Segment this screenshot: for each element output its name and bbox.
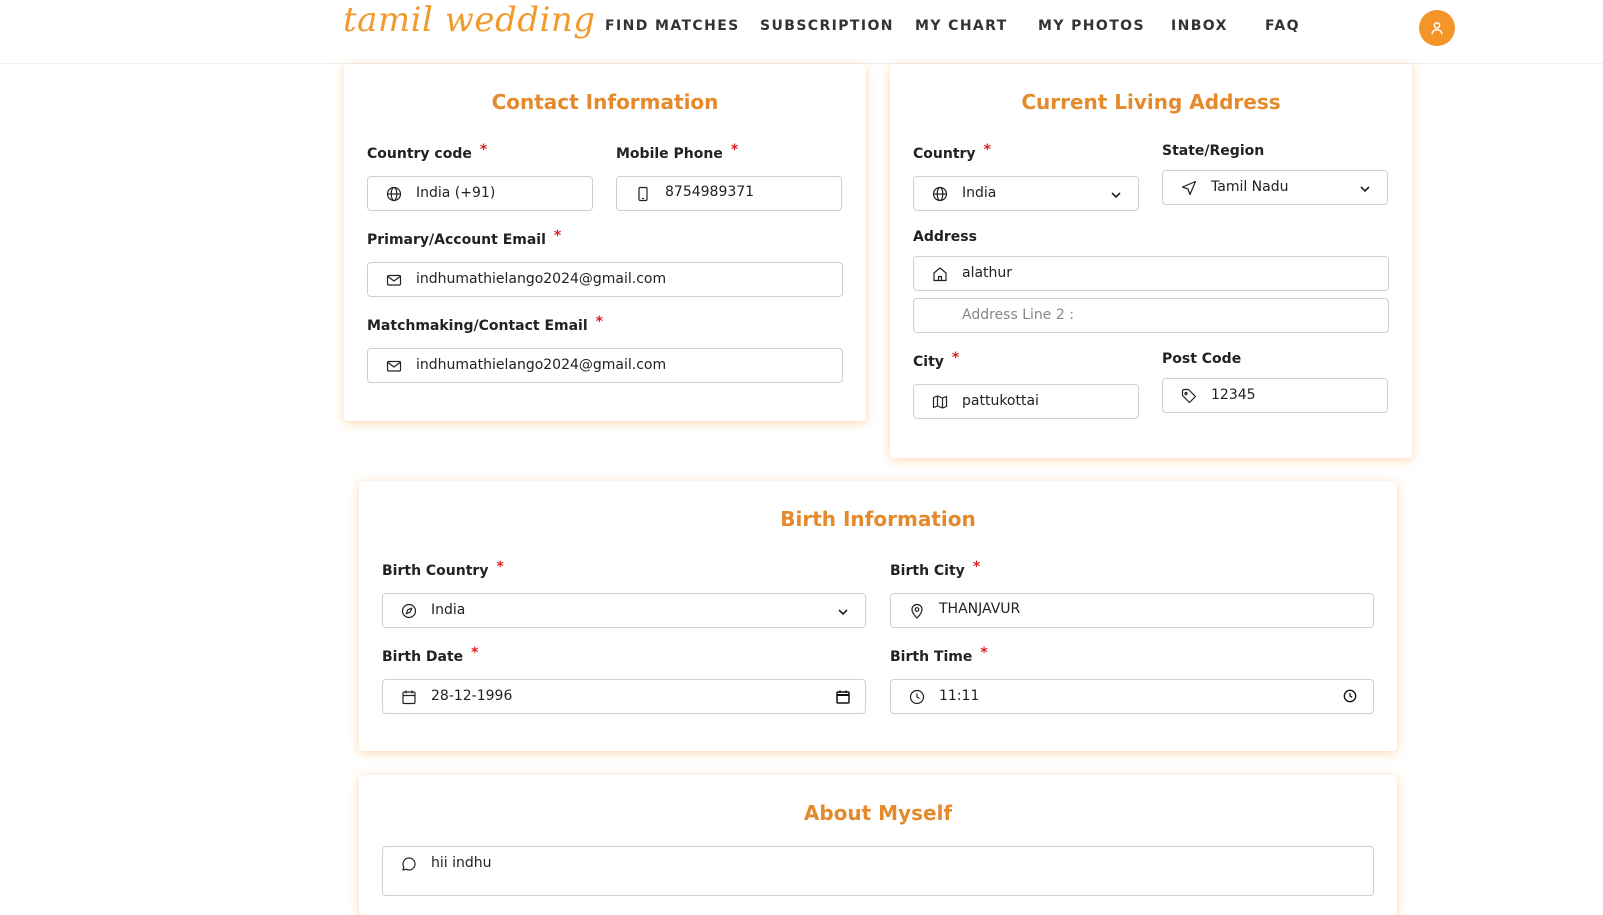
primary-email-value: indhumathielango2024@gmail.com: [416, 271, 667, 287]
birth-country-select[interactable]: India: [382, 593, 866, 628]
country-value: India: [962, 185, 997, 201]
nav-my-photos[interactable]: MY PHOTOS: [1038, 18, 1145, 34]
about-myself-value: hii indhu: [431, 855, 492, 871]
contact-email-label: Matchmaking/Contact Email *: [367, 314, 603, 334]
country-select[interactable]: India: [913, 176, 1139, 211]
chevron-down-icon: [1357, 180, 1373, 196]
tag-icon: [1181, 388, 1197, 404]
country-code-label: Country code *: [367, 142, 488, 162]
navigation-arrow-icon: [1181, 180, 1197, 196]
required-marker: *: [730, 142, 739, 158]
chevron-down-icon: [1108, 186, 1124, 202]
about-myself-card: About Myself hii indhu: [359, 775, 1397, 915]
required-marker: *: [595, 314, 603, 330]
required-marker: *: [980, 645, 988, 661]
birth-time-value: 11:11: [939, 688, 980, 704]
nav-find-matches[interactable]: FIND MATCHES: [605, 18, 740, 34]
birth-date-input[interactable]: 28-12-1996: [382, 679, 866, 714]
required-marker: *: [983, 142, 991, 158]
city-label: City *: [913, 350, 960, 370]
birth-city-value: THANJAVUR: [939, 601, 1021, 617]
mobile-phone-label: Mobile Phone *: [616, 142, 739, 162]
required-marker: *: [496, 559, 504, 575]
birth-information-card: Birth Information Birth Country * India B…: [359, 481, 1397, 751]
primary-email-field[interactable]: indhumathielango2024@gmail.com: [367, 262, 843, 297]
home-icon: [932, 266, 948, 282]
top-navbar: tamil wedding FIND MATCHES SUBSCRIPTION …: [0, 0, 1603, 64]
state-region-label: State/Region: [1162, 143, 1265, 159]
nav-inbox[interactable]: INBOX: [1171, 18, 1228, 34]
city-input[interactable]: pattukottai: [913, 384, 1139, 419]
address-line2-placeholder: Address Line 2 :: [962, 307, 1074, 323]
mail-icon: [386, 358, 402, 374]
contact-email-field[interactable]: indhumathielango2024@gmail.com: [367, 348, 843, 383]
required-marker: *: [553, 228, 562, 244]
post-code-input[interactable]: 12345: [1162, 378, 1388, 413]
primary-email-label: Primary/Account Email *: [367, 228, 562, 248]
city-value: pattukottai: [962, 393, 1039, 409]
about-card-title: About Myself: [803, 801, 953, 825]
nav-faq[interactable]: FAQ: [1265, 18, 1300, 34]
required-marker: *: [951, 350, 960, 366]
post-code-value: 12345: [1211, 387, 1256, 403]
calendar-picker-icon[interactable]: [835, 689, 851, 705]
mail-icon: [386, 272, 402, 288]
country-code-field[interactable]: India (+91): [367, 176, 593, 211]
birth-city-label: Birth City *: [890, 559, 981, 579]
profile-avatar-button[interactable]: [1419, 10, 1455, 46]
address-label: Address: [913, 229, 977, 245]
contact-information-card: Contact Information Country code * India …: [344, 64, 866, 421]
current-address-card: Current Living Address Country * India St…: [890, 64, 1412, 458]
state-region-select[interactable]: Tamil Nadu: [1162, 170, 1388, 205]
address-line1-input[interactable]: alathur: [913, 256, 1389, 291]
birth-time-input[interactable]: 11:11: [890, 679, 1374, 714]
message-bubble-icon: [401, 856, 417, 872]
birth-card-title: Birth Information: [780, 507, 976, 531]
map-icon: [932, 394, 948, 410]
state-region-value: Tamil Nadu: [1211, 179, 1289, 195]
contact-card-title: Contact Information: [491, 90, 719, 114]
address-card-title: Current Living Address: [1021, 90, 1281, 114]
site-logo[interactable]: tamil wedding: [343, 0, 596, 40]
globe-icon: [386, 186, 402, 202]
address-line1-value: alathur: [962, 265, 1013, 281]
map-pin-icon: [909, 603, 925, 619]
birth-time-label: Birth Time *: [890, 645, 988, 665]
birth-country-value: India: [431, 602, 466, 618]
about-myself-textarea[interactable]: hii indhu: [382, 846, 1374, 896]
mobile-phone-value: 8754989371: [665, 184, 755, 200]
birth-country-label: Birth Country *: [382, 559, 504, 579]
nav-subscription[interactable]: SUBSCRIPTION: [760, 18, 894, 34]
user-icon: [1431, 22, 1443, 35]
nav-my-chart[interactable]: MY CHART: [915, 18, 1008, 34]
mobile-phone-field[interactable]: 8754989371: [616, 176, 842, 211]
mobile-phone-icon: [635, 186, 651, 202]
globe-icon: [932, 186, 948, 202]
address-line2-input[interactable]: Address Line 2 :: [913, 298, 1389, 333]
country-label: Country *: [913, 142, 991, 162]
chevron-down-icon: [835, 603, 851, 619]
calendar-icon: [401, 689, 417, 705]
post-code-label: Post Code: [1162, 351, 1242, 367]
required-marker: *: [972, 559, 981, 575]
birth-date-value: 28-12-1996: [431, 688, 513, 704]
birth-date-label: Birth Date *: [382, 645, 479, 665]
clock-icon: [909, 689, 925, 705]
required-marker: *: [471, 645, 479, 661]
compass-icon: [401, 603, 417, 619]
birth-city-input[interactable]: THANJAVUR: [890, 593, 1374, 628]
time-picker-icon[interactable]: [1343, 689, 1359, 705]
required-marker: *: [479, 142, 488, 158]
contact-email-value: indhumathielango2024@gmail.com: [416, 357, 667, 373]
country-code-value: India (+91): [416, 185, 496, 201]
